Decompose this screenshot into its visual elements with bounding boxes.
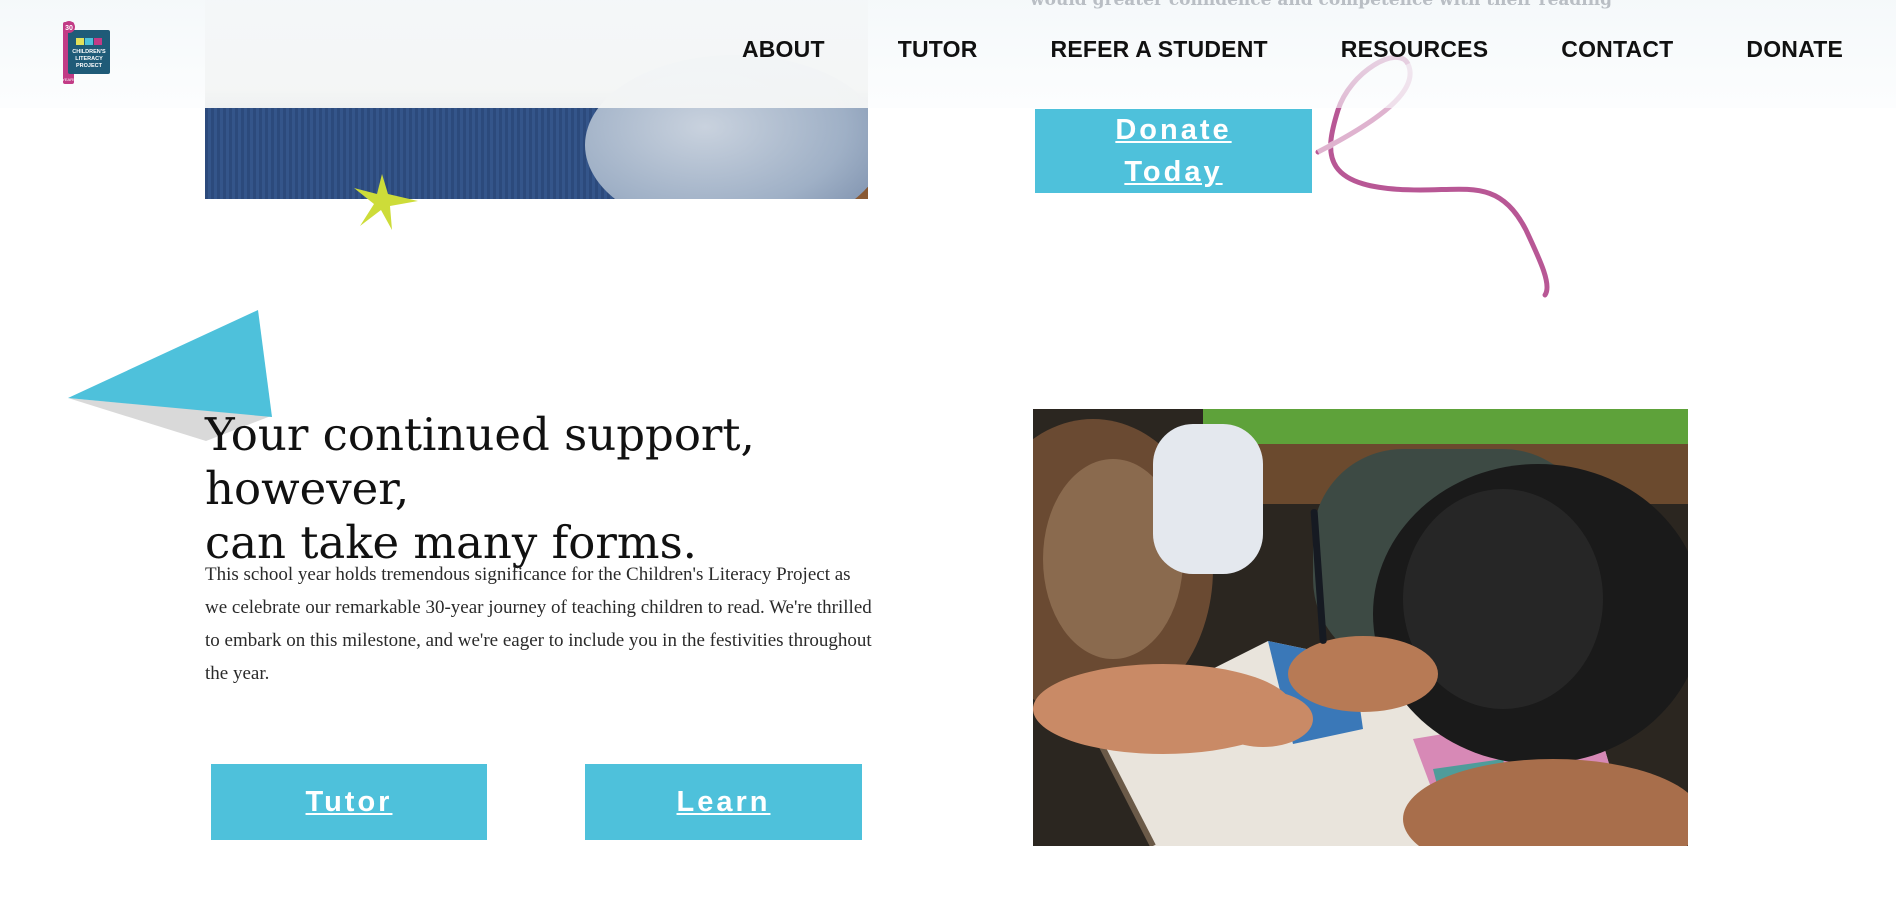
nav-donate[interactable]: DONATE	[1746, 36, 1843, 63]
logo-line-3: PROJECT	[76, 63, 103, 69]
nav-refer-a-student[interactable]: REFER A STUDENT	[1051, 36, 1268, 63]
donate-today-button[interactable]: Donate Today	[1035, 109, 1312, 193]
logo-badge: 30	[65, 25, 73, 32]
nav-about[interactable]: ABOUT	[742, 36, 825, 63]
logo-mark: 30 CHILDREN'S LITERACY PROJECT YEARS	[62, 21, 110, 84]
nav-tutor[interactable]: TUTOR	[898, 36, 978, 63]
logo-line-2: LITERACY	[75, 56, 103, 62]
learn-button[interactable]: Learn	[585, 764, 862, 840]
nav-contact[interactable]: CONTACT	[1561, 36, 1673, 63]
children-reading-photo	[1033, 409, 1688, 846]
donate-today-label-1: Donate	[1115, 114, 1232, 146]
faded-paragraph-line: would greater confidence and competence …	[1030, 0, 1613, 10]
site-logo[interactable]: 30 CHILDREN'S LITERACY PROJECT YEARS	[60, 20, 112, 86]
logo-line-1: CHILDREN'S	[72, 49, 106, 55]
donate-today-label-2: Today	[1124, 156, 1223, 188]
support-paragraph: This school year holds tremendous signif…	[205, 564, 872, 684]
logo-years: YEARS	[62, 77, 76, 82]
support-heading-line-1: Your continued support, however,	[205, 408, 755, 515]
star-burst-icon	[354, 174, 418, 230]
support-heading: Your continued support, however, can tak…	[205, 408, 885, 570]
main-nav: ABOUT TUTOR REFER A STUDENT RESOURCES CO…	[742, 36, 1843, 63]
nav-resources[interactable]: RESOURCES	[1341, 36, 1489, 63]
tutor-button[interactable]: Tutor	[211, 764, 487, 840]
